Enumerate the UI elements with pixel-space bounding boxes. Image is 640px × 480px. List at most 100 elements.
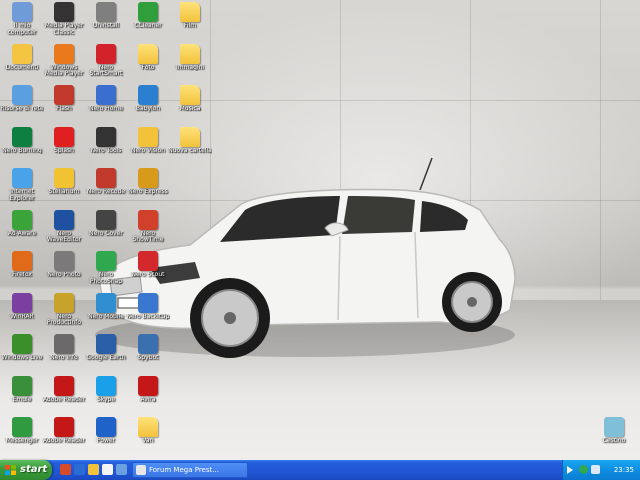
taskbar: start Forum Mega Prest... 23:35 — [0, 460, 640, 480]
desktop-icon[interactable]: Ad-Aware — [0, 209, 44, 250]
firefox-window-icon — [136, 465, 146, 475]
desktop-icon[interactable]: Nero BackItUp — [126, 292, 170, 333]
quicklaunch-explorer-icon[interactable] — [116, 464, 127, 475]
tray-volume-icon[interactable] — [591, 465, 600, 474]
desktop-icon-label: Nero WaveEditor — [46, 230, 82, 243]
desktop-icon[interactable]: Nero ProductInfo — [42, 292, 86, 333]
desktop-icon[interactable]: Nero Mobile — [84, 292, 128, 333]
desktop-icon-label: Media Player Classic — [44, 23, 84, 36]
quicklaunch-folder-icon[interactable] — [88, 464, 99, 475]
desktop-icon-label: Immagini — [175, 64, 205, 71]
app-icon — [54, 209, 74, 230]
desktop-icon[interactable]: Immagini — [168, 43, 212, 84]
desktop-icon[interactable]: Vari — [126, 417, 170, 457]
desktop-icon[interactable]: Documenti — [0, 43, 44, 84]
app-icon — [96, 43, 116, 64]
desktop-icon[interactable]: Stellarium — [42, 168, 86, 208]
desktop-icon[interactable]: Adobe Reader — [42, 417, 86, 457]
desktop-icon[interactable]: Risorse di rete — [0, 85, 44, 125]
docs-icon — [12, 43, 32, 64]
desktop-icon-label: WinRAR — [10, 313, 34, 320]
desktop-icon[interactable]: Internet Explorer — [0, 168, 44, 208]
desktop-icon[interactable]: Messenger — [0, 417, 44, 457]
desktop-icon[interactable]: Uninstall — [84, 2, 128, 42]
desktop-icon[interactable]: Nero Tools — [84, 126, 128, 167]
app-icon — [12, 251, 32, 271]
desktop-icon[interactable]: Adobe Reader — [42, 375, 86, 416]
app-icon — [54, 417, 74, 437]
desktop-icon[interactable]: Nero Info — [42, 334, 86, 374]
desktop-icon[interactable]: Il mio computer — [0, 2, 44, 42]
app-icon — [96, 375, 116, 396]
desktop-icon[interactable]: Film — [168, 2, 212, 42]
desktop-icon[interactable]: Nero Photo — [42, 251, 86, 291]
app-icon — [138, 168, 158, 188]
desktop-icon-label: Nuova cartella — [168, 147, 212, 154]
desktop-icon-label: Foto — [141, 64, 155, 71]
desktop-icon[interactable]: Nero Scout — [126, 251, 170, 291]
desktop-icon[interactable]: Nero Vision — [126, 126, 170, 167]
quicklaunch-desktop-icon[interactable] — [102, 464, 113, 475]
folder-icon — [180, 43, 200, 64]
app-icon — [12, 126, 32, 147]
network-icon — [12, 85, 32, 105]
desktop-icon[interactable]: Power — [84, 417, 128, 457]
taskbar-window-button[interactable]: Forum Mega Prest... — [132, 462, 248, 478]
app-icon — [54, 126, 74, 147]
desktop-icon[interactable]: Flash — [42, 85, 86, 125]
desktop-icon[interactable]: CCleaner — [126, 2, 170, 42]
app-icon — [12, 168, 32, 188]
desktop-icon[interactable]: Nero Cover — [84, 209, 128, 250]
app-icon — [96, 85, 116, 105]
desktop-icon[interactable]: Avira — [126, 375, 170, 416]
desktop[interactable]: Il mio computer Media Player Classic Unins… — [0, 0, 640, 460]
tray-network-icon[interactable] — [579, 465, 588, 474]
desktop-icon-label: Internet Explorer — [9, 189, 35, 202]
app-icon — [138, 375, 158, 396]
desktop-icon[interactable]: Media Player Classic — [42, 2, 86, 42]
desktop-icon[interactable]: Foto — [126, 43, 170, 84]
app-icon — [54, 375, 74, 396]
desktop-icon[interactable]: Nero Burning — [0, 126, 44, 167]
desktop-icon-label: Spybot — [137, 355, 159, 361]
windows-flag-icon — [5, 465, 16, 475]
media-icon — [54, 2, 74, 22]
desktop-icon[interactable]: Windows Media Player — [42, 43, 86, 84]
desktop-icon-label: Film — [183, 23, 197, 29]
desktop-icon-label: Nero Cover — [89, 230, 123, 237]
desktop-icon-label: Uninstall — [92, 23, 120, 29]
desktop-icon[interactable]: Google Earth — [84, 334, 128, 374]
desktop-icon[interactable]: Firefox — [0, 251, 44, 291]
quicklaunch-word-icon[interactable] — [74, 464, 85, 475]
desktop-icon[interactable]: Nero PhotoSnap — [84, 251, 128, 291]
quicklaunch-media-icon[interactable] — [60, 464, 71, 475]
desktop-icon[interactable]: Nuova cartella — [168, 126, 212, 167]
desktop-icon[interactable]: Musica — [168, 85, 212, 125]
tray-chevron-icon[interactable] — [567, 466, 573, 474]
desktop-icon[interactable]: Nero StartSmart — [84, 43, 128, 84]
desktop-icon-label: Stellarium — [48, 189, 80, 195]
desktop-icon[interactable]: Windows Live — [0, 334, 44, 374]
desktop-icon[interactable]: WinRAR — [0, 292, 44, 333]
desktop-icon-label: Firefox — [12, 272, 32, 278]
desktop-icon[interactable]: Emule — [0, 375, 44, 416]
desktop-icon[interactable]: Nero Express — [126, 168, 170, 208]
start-button[interactable]: start — [0, 460, 52, 480]
clock[interactable]: 23:35 — [614, 460, 634, 480]
desktop-icon-label: Nero Recode — [86, 189, 126, 195]
desktop-icon[interactable]: Spybot — [126, 334, 170, 374]
desktop-icon-label: Nero BackItUp — [126, 313, 170, 320]
desktop-icon-label: Nero Express — [128, 189, 168, 195]
desktop-icon[interactable]: Skype — [84, 375, 128, 416]
desktop-icon[interactable]: Nero WaveEditor — [42, 209, 86, 250]
desktop-icon[interactable]: Babylon — [126, 85, 170, 125]
desktop-icon-label: Nero Info — [50, 355, 78, 361]
desktop-icon-label: Musica — [179, 106, 201, 112]
desktop-icon-label: Documenti — [5, 64, 39, 71]
desktop-icon[interactable]: Splash — [42, 126, 86, 167]
desktop-icon[interactable]: Cestino — [592, 417, 636, 457]
desktop-icon[interactable]: Nero Recode — [84, 168, 128, 208]
desktop-icon[interactable]: Nero Home — [84, 85, 128, 125]
desktop-icon[interactable]: Nero ShowTime — [126, 209, 170, 250]
app-icon — [138, 292, 158, 313]
